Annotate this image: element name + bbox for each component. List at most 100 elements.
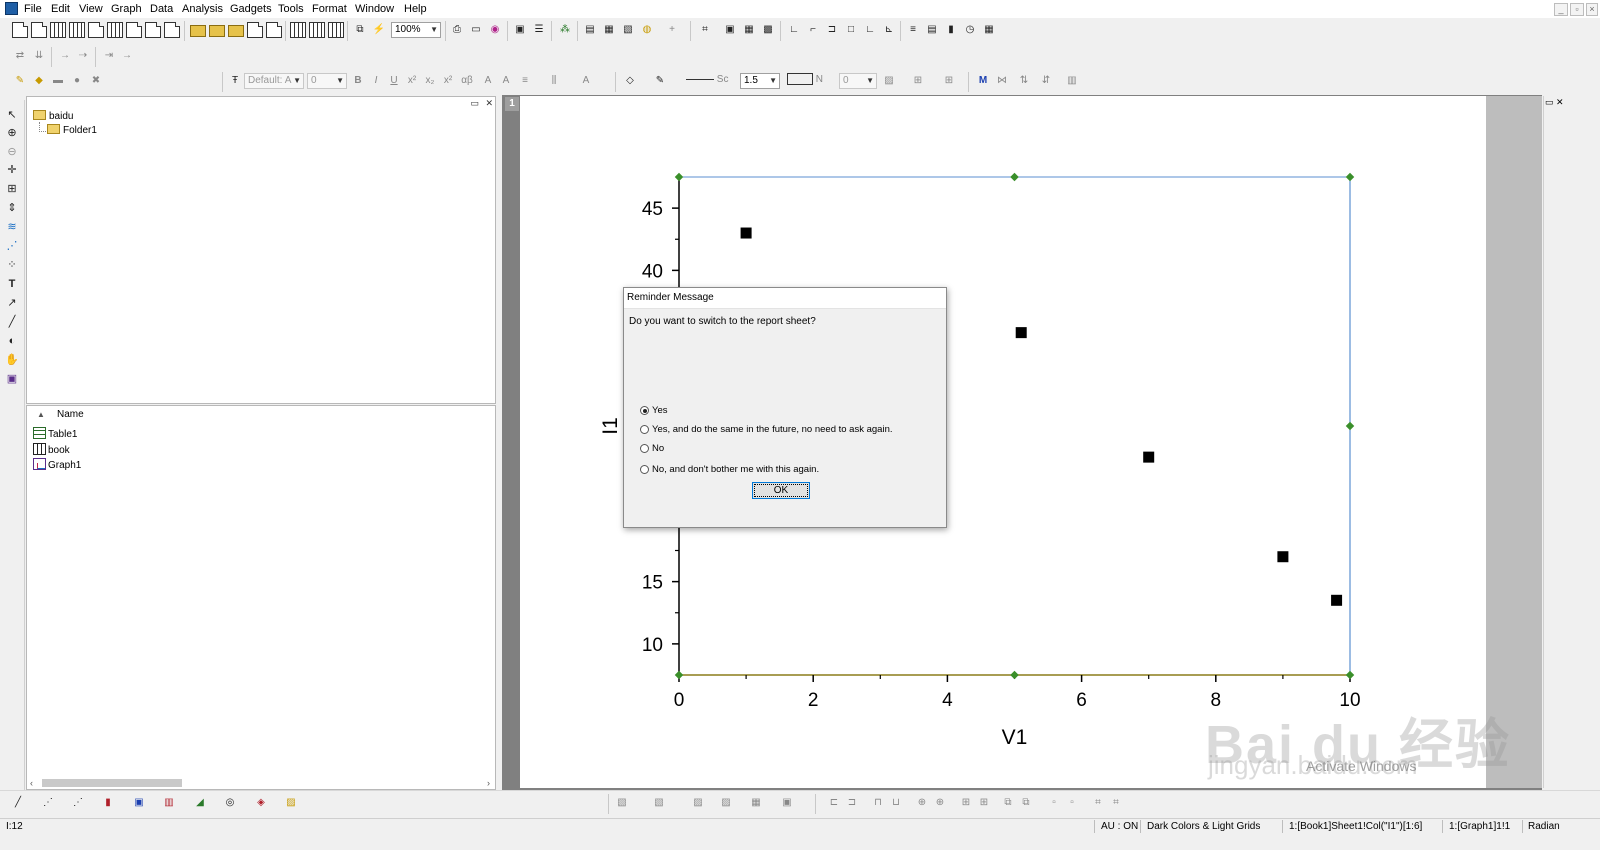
3d-plot-icon[interactable]: ◈ [253, 795, 269, 811]
text-tool-icon[interactable]: T [4, 276, 20, 292]
polar-plot-icon[interactable]: ◎ [222, 795, 238, 811]
shape-tool-icon[interactable]: ◐ [4, 333, 20, 349]
menu-tools[interactable]: Tools [278, 3, 304, 15]
new-legend-icon[interactable]: ≡ [905, 22, 921, 38]
menu-file[interactable]: File [24, 3, 42, 15]
line-color-icon[interactable]: ✎ [652, 73, 668, 89]
add-box-axes-icon[interactable]: □ [843, 22, 859, 38]
column-align-icon[interactable]: ⫼ [546, 73, 562, 89]
save-project-icon[interactable] [247, 22, 263, 38]
add-bottom-x-icon[interactable]: ∟ [786, 22, 802, 38]
import-multiple-ascii-icon[interactable] [309, 22, 325, 38]
data-reader-icon[interactable]: ⊞ [4, 181, 20, 197]
format-copy-icon[interactable]: ▬ [50, 73, 66, 89]
same-height-icon[interactable]: ⊞ [976, 795, 992, 811]
hand-tool-icon[interactable]: ✋ [4, 352, 20, 368]
table-layout-icon[interactable]: ▦ [748, 795, 764, 811]
line-width-select[interactable]: 1.5 ▼ [740, 73, 780, 89]
option-yes-always[interactable]: Yes, and do the same in the future, no n… [640, 424, 893, 435]
list-item[interactable]: Graph1 [33, 458, 81, 471]
decrease-font-icon[interactable]: A [498, 73, 514, 89]
new-function-icon[interactable] [126, 22, 142, 38]
radio-icon[interactable] [640, 465, 649, 474]
close-button[interactable]: × [1586, 3, 1598, 16]
grid-icon[interactable]: ⊞ [941, 73, 957, 89]
contour-plot-icon[interactable]: ▣ [131, 795, 147, 811]
status-theme[interactable]: Dark Colors & Light Grids [1147, 821, 1260, 832]
scatter-plot-icon[interactable]: ⋰ [40, 795, 56, 811]
save-template-icon[interactable] [266, 22, 282, 38]
new-matrix-icon[interactable] [107, 22, 123, 38]
mask-icon[interactable]: ⋈ [994, 73, 1010, 89]
back-icon[interactable]: ▨ [718, 795, 734, 811]
supersubscript-icon[interactable]: x² [440, 73, 456, 89]
panel-pin-icon[interactable]: ▭ [1545, 97, 1554, 108]
superscript-icon[interactable]: x² [404, 73, 420, 89]
align-top-icon[interactable]: ⊓ [870, 795, 886, 811]
swap-icon[interactable]: ⇅ [1016, 73, 1032, 89]
template-icon[interactable]: ▨ [283, 795, 299, 811]
new-excel-icon[interactable] [69, 22, 85, 38]
format-paste-icon[interactable]: ● [69, 73, 85, 89]
copy-page-icon[interactable]: ◉ [487, 22, 503, 38]
script-window-icon[interactable]: ▤ [582, 22, 598, 38]
font-name-select[interactable]: Default: A ▼ [244, 73, 304, 89]
format-clear-icon[interactable]: ✖ [88, 73, 104, 89]
new-table-icon[interactable]: ▤ [924, 22, 940, 38]
italic-icon[interactable]: I [368, 73, 384, 89]
print-icon[interactable]: ⎙ [449, 22, 465, 38]
restore-button[interactable]: ▫ [1570, 3, 1584, 16]
list-item[interactable]: Table1 [33, 427, 77, 440]
radio-selected-icon[interactable] [640, 406, 649, 415]
sort-up-icon[interactable]: ▲ [37, 410, 45, 419]
add-top-x-icon[interactable]: ⌐ [805, 22, 821, 38]
line-plot-icon[interactable]: ╱ [10, 795, 26, 811]
greek-icon[interactable]: αβ [459, 73, 475, 89]
mask-points-icon[interactable]: ⁘ [4, 257, 20, 273]
bold-icon[interactable]: B [350, 73, 366, 89]
menu-gadgets[interactable]: Gadgets [230, 3, 272, 15]
new-project-icon[interactable] [12, 22, 28, 38]
export-icon[interactable]: ▭ [468, 22, 484, 38]
font-size-select[interactable]: 0 ▼ [307, 73, 347, 89]
image-icon[interactable]: ▣ [779, 795, 795, 811]
pattern-size-select[interactable]: 0 ▼ [839, 73, 877, 89]
menu-edit[interactable]: Edit [51, 3, 70, 15]
zoom-out-icon[interactable]: ⊖ [4, 144, 20, 160]
arrange-layers-icon[interactable]: ▦ [741, 22, 757, 38]
move-last-icon[interactable]: → [119, 48, 135, 64]
zoom-select[interactable]: 100% ▼ [391, 22, 441, 38]
option-no[interactable]: No [640, 443, 664, 454]
add-right-y-icon[interactable]: ⊐ [824, 22, 840, 38]
move-right-end-icon[interactable]: ⇢ [75, 48, 91, 64]
menu-graph[interactable]: Graph [111, 3, 142, 15]
font-color-icon[interactable]: A [578, 73, 594, 89]
panel-close-icon[interactable]: ✕ [1556, 97, 1564, 108]
import-wizard-icon[interactable] [328, 22, 344, 38]
annotation-icon[interactable]: ⇕ [4, 200, 20, 216]
object-back-icon[interactable]: ▫ [1064, 795, 1080, 811]
resize-icon[interactable]: ⌗ [1090, 795, 1106, 811]
scroll-thumb[interactable] [42, 779, 182, 787]
fill-select[interactable]: N [784, 73, 834, 89]
line-symbol-plot-icon[interactable]: ⋰ [70, 795, 86, 811]
radio-icon[interactable] [640, 425, 649, 434]
screen-reader-icon[interactable]: ✛ [4, 162, 20, 178]
subscript-icon[interactable]: x₂ [422, 73, 438, 89]
list-item[interactable]: book [33, 443, 70, 456]
align-bottom-icon[interactable]: ⊔ [888, 795, 904, 811]
column-swap-icon[interactable]: ⇄ [12, 48, 28, 64]
draw-data-icon[interactable]: ⋰ [4, 238, 20, 254]
open-template-icon[interactable] [209, 25, 225, 37]
style-icon[interactable]: ✎ [12, 73, 28, 89]
zoom-in-icon[interactable]: ⊕ [4, 125, 20, 141]
line-tool-icon[interactable]: ╱ [4, 314, 20, 330]
duplicate-icon[interactable]: ⧉ [352, 22, 368, 38]
reorder-icon[interactable]: ⇵ [1038, 73, 1054, 89]
layer-management-icon[interactable]: ⌗ [697, 22, 713, 38]
increase-font-icon[interactable]: A [480, 73, 496, 89]
new-workbook-icon[interactable] [50, 22, 66, 38]
scroll-right-icon[interactable]: › [487, 778, 490, 788]
minimize-button[interactable]: _ [1554, 3, 1568, 16]
same-width-icon[interactable]: ⊞ [958, 795, 974, 811]
